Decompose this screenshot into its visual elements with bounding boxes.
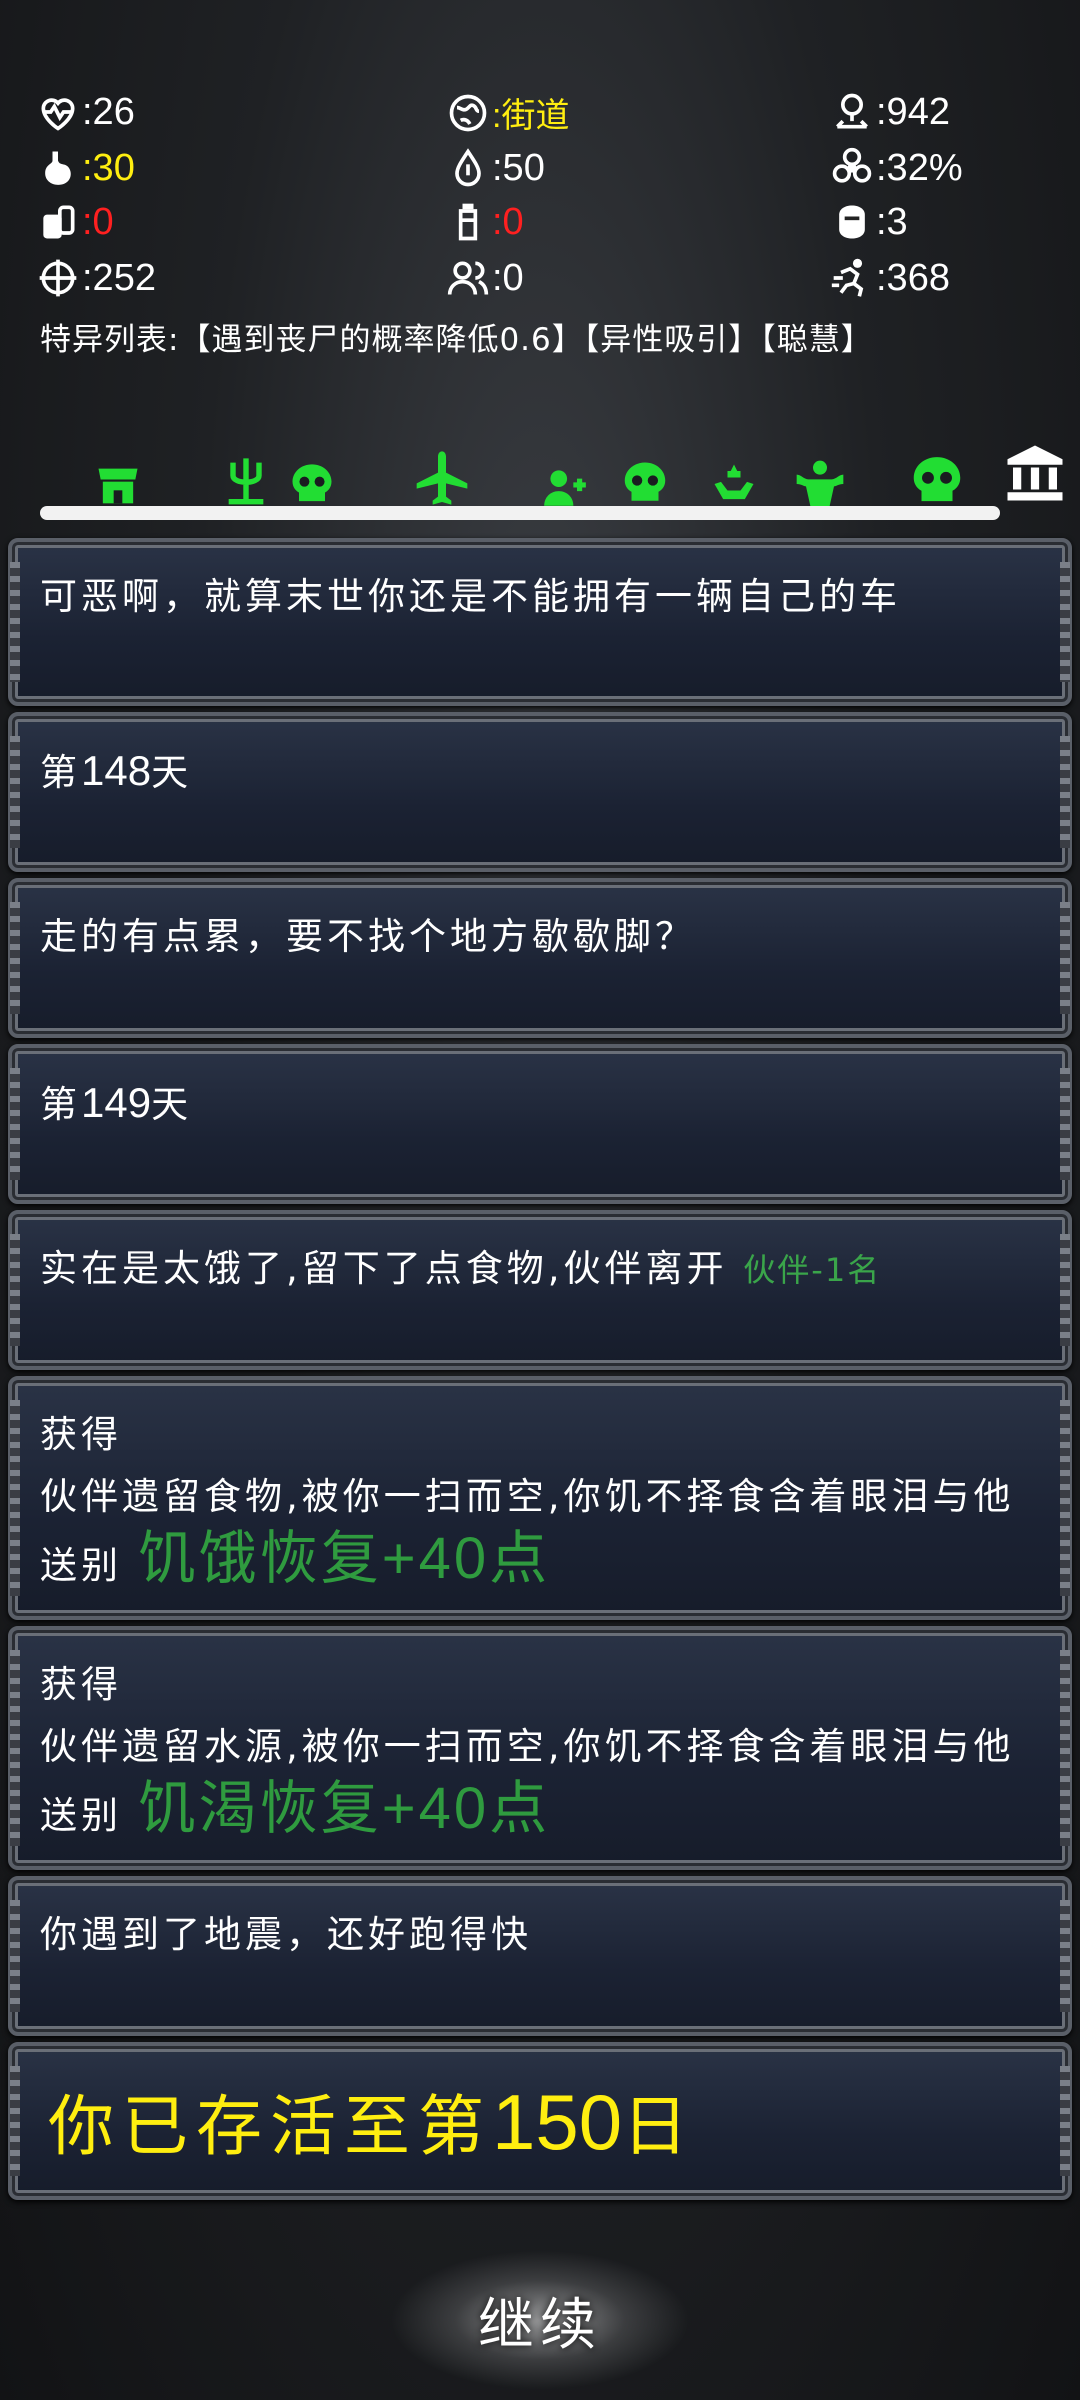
skull-icon[interactable] <box>906 452 968 514</box>
bottle-stat: :0 <box>446 200 524 244</box>
target-stat: :252 <box>36 256 156 300</box>
event-card: 走的有点累，要不找个地方歇歇脚？ <box>8 878 1072 1038</box>
event-card: 可恶啊，就算末世你还是不能拥有一辆自己的车 <box>8 538 1072 706</box>
companions-value: :0 <box>492 256 524 299</box>
companions-stat: :0 <box>446 256 524 300</box>
location-stat: :街道 <box>446 88 569 137</box>
event-card: 实在是太饿了,留下了点食物,伙伴离开 伙伴-1名 <box>8 1210 1072 1370</box>
progress-bar <box>40 506 1000 520</box>
water-value: :50 <box>492 146 545 189</box>
health-stat: :26 <box>36 90 135 134</box>
food-value: :0 <box>82 200 114 243</box>
helmet-value: :3 <box>876 200 908 243</box>
distance-stat: :942 <box>830 90 950 134</box>
map-pin-icon <box>836 93 868 129</box>
day-label: 第148天 <box>40 747 193 794</box>
bottle-value: :0 <box>492 200 524 243</box>
reward-title: 获得 <box>40 1413 122 1456</box>
trident-icon[interactable] <box>220 454 272 506</box>
infection-stat: :32% <box>830 146 963 190</box>
add-user-icon[interactable] <box>540 462 590 512</box>
hunger-value: :30 <box>82 146 135 189</box>
helmet-icon <box>839 205 865 239</box>
traits-list: 特异列表:【遇到丧尸的概率降低0.6】【异性吸引】【聪慧】 <box>40 322 873 358</box>
day-label: 第149天 <box>40 1079 193 1126</box>
skull-icon[interactable] <box>286 460 338 512</box>
survival-message: 你已存活至第150日 <box>48 2078 697 2166</box>
reward-bonus: 饥饿恢复+40点 <box>137 1526 551 1591</box>
event-text: 走的有点累，要不找个地方歇歇脚？ <box>40 915 696 958</box>
heart-pulse-icon <box>41 98 75 131</box>
reward-text: 获得 伙伴遗留水源,被你一扫而空,你饥不择食含着眼泪与他送别 饥渴恢复+40点 <box>40 1654 1028 1847</box>
hunger-stat: :30 <box>36 146 135 190</box>
event-text: 实在是太饿了,留下了点食物,伙伴离开 伙伴-1名 <box>40 1247 882 1290</box>
reward-title: 获得 <box>40 1663 122 1706</box>
day-card: 第149天 <box>8 1044 1072 1204</box>
biohazard-icon <box>832 147 872 183</box>
distance-value: :942 <box>876 90 950 133</box>
airplane-icon[interactable] <box>410 446 474 510</box>
location-value: :街道 <box>492 97 570 135</box>
day-card: 第148天 <box>8 712 1072 872</box>
infection-value: :32% <box>876 146 963 189</box>
health-value: :26 <box>82 90 135 133</box>
running-icon <box>831 258 864 297</box>
water-stat: :50 <box>446 146 545 190</box>
event-text: 可恶啊，就算末世你还是不能拥有一辆自己的车 <box>40 575 901 618</box>
target-value: :252 <box>82 256 156 299</box>
run-stat: :368 <box>830 256 950 300</box>
food-stat: :0 <box>36 200 114 244</box>
skull-icon[interactable] <box>618 458 672 512</box>
bottle-icon <box>458 203 478 241</box>
reward-card: 获得 伙伴遗留食物,被你一扫而空,你饥不择食含着眼泪与他送别 饥饿恢复+40点 <box>8 1376 1072 1620</box>
reward-card: 获得 伙伴遗留水源,被你一扫而空,你饥不择食含着眼泪与他送别 饥渴恢复+40点 <box>8 1626 1072 1870</box>
progress-track <box>0 440 1080 510</box>
reward-text: 获得 伙伴遗留食物,被你一扫而空,你饥不择食含着眼泪与他送别 饥饿恢复+40点 <box>40 1404 1028 1597</box>
continue-button[interactable]: 继续 <box>390 2250 690 2390</box>
users-icon <box>447 261 489 295</box>
event-card: 你遇到了地震，还好跑得快 <box>8 1876 1072 2036</box>
food-can-icon <box>43 205 75 239</box>
healing-hands-icon[interactable] <box>708 458 760 510</box>
run-value: :368 <box>876 256 950 299</box>
companion-change-tag: 伙伴-1名 <box>743 1251 882 1289</box>
reward-bonus: 饥渴恢复+40点 <box>137 1776 551 1841</box>
bank-icon[interactable] <box>1002 440 1068 506</box>
water-drop-icon <box>455 148 481 187</box>
survival-card: 你已存活至第150日 <box>8 2042 1072 2200</box>
shop-icon[interactable] <box>92 460 144 512</box>
stomach-icon <box>45 151 71 185</box>
muscle-icon[interactable] <box>792 456 848 512</box>
event-text: 你遇到了地震，还好跑得快 <box>40 1913 532 1956</box>
helmet-stat: :3 <box>830 200 908 244</box>
stats-panel: :26 :街道 :942 :30 :50 :32% :0 :0 :3 :252 … <box>0 0 1080 420</box>
globe-icon <box>449 94 487 131</box>
crosshair-icon <box>39 259 77 297</box>
